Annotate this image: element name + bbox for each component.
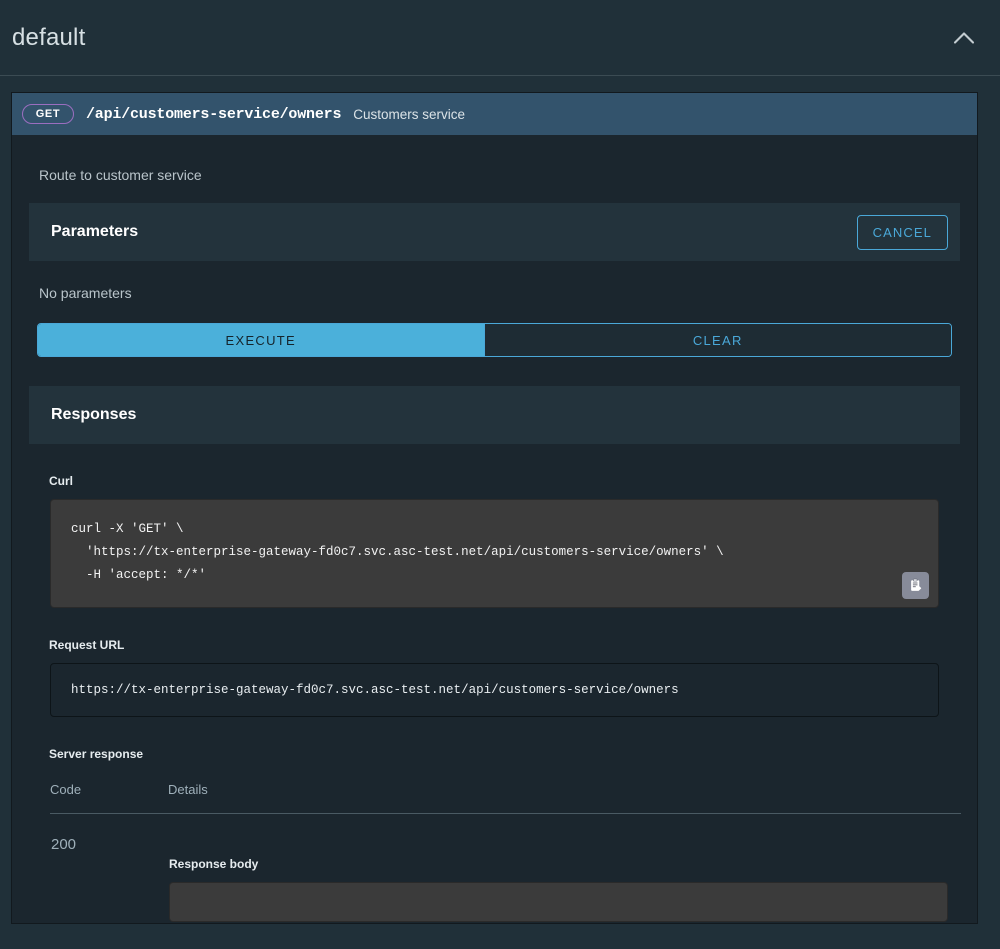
operation-get-owners: GET /api/customers-service/owners Custom… xyxy=(11,92,978,924)
table-header-row: Code Details xyxy=(50,772,961,814)
execute-button[interactable]: EXECUTE xyxy=(38,324,484,356)
column-header-code: Code xyxy=(50,772,168,814)
column-header-details: Details xyxy=(168,772,961,814)
operation-path: /api/customers-service/owners xyxy=(86,106,341,123)
operation-description: Route to customer service xyxy=(12,135,977,203)
response-code-cell: 200 xyxy=(50,814,168,924)
no-parameters-text: No parameters xyxy=(12,261,977,323)
response-body-label: Response body xyxy=(169,857,960,871)
tag-title: default xyxy=(12,24,85,52)
response-body-box xyxy=(169,882,948,922)
responses-content: Curl curl -X 'GET' \ 'https://tx-enterpr… xyxy=(12,474,977,923)
operation-wrapper: GET /api/customers-service/owners Custom… xyxy=(0,76,1000,924)
operation-body: Route to customer service Parameters CAN… xyxy=(12,135,977,923)
execute-clear-row: EXECUTE CLEAR xyxy=(37,323,952,357)
table-row: 200 Response body xyxy=(50,814,961,924)
response-code: 200 xyxy=(51,836,76,853)
operation-summary-header[interactable]: GET /api/customers-service/owners Custom… xyxy=(12,93,977,135)
http-method-badge: GET xyxy=(22,104,74,124)
chevron-up-icon[interactable] xyxy=(950,24,978,52)
responses-header-bar: Responses xyxy=(29,386,960,444)
curl-command-text: curl -X 'GET' \ 'https://tx-enterprise-g… xyxy=(71,518,918,587)
response-details-cell: Response body xyxy=(168,814,961,924)
clear-button[interactable]: CLEAR xyxy=(484,324,951,356)
parameters-title: Parameters xyxy=(51,223,138,241)
tag-section-header[interactable]: default xyxy=(0,0,1000,76)
curl-label: Curl xyxy=(49,474,950,488)
responses-title: Responses xyxy=(51,406,136,424)
request-url-text: https://tx-enterprise-gateway-fd0c7.svc.… xyxy=(71,683,918,697)
request-url-block: https://tx-enterprise-gateway-fd0c7.svc.… xyxy=(50,663,939,717)
copy-to-clipboard-icon[interactable] xyxy=(902,572,929,599)
parameters-header-bar: Parameters CANCEL xyxy=(29,203,960,261)
server-response-label: Server response xyxy=(49,747,950,761)
curl-code-block: curl -X 'GET' \ 'https://tx-enterprise-g… xyxy=(50,499,939,608)
cancel-button[interactable]: CANCEL xyxy=(857,215,948,250)
swagger-ui-page: default GET /api/customers-service/owner… xyxy=(0,0,1000,949)
server-response-table: Code Details 200 Response body xyxy=(50,772,961,923)
operation-summary-text: Customers service xyxy=(353,107,465,122)
request-url-label: Request URL xyxy=(49,638,950,652)
